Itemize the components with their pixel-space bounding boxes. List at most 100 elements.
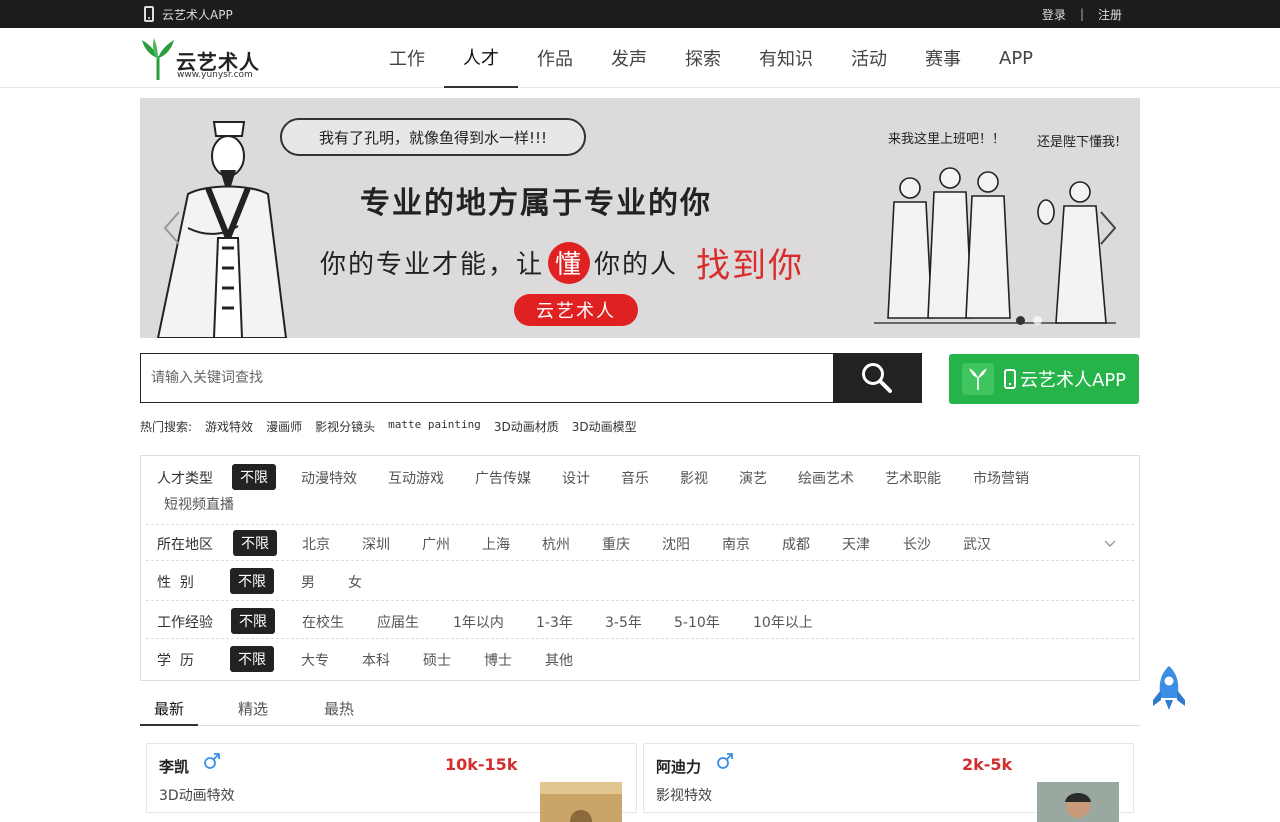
filter-option[interactable]: 不限 (233, 530, 277, 556)
filter-option[interactable]: 广告传媒 (475, 468, 531, 488)
filter-option[interactable]: 武汉 (963, 534, 991, 554)
filter-option[interactable]: 男 (301, 572, 315, 592)
filter-option[interactable]: 女 (348, 572, 362, 592)
filter-option[interactable]: 短视频直播 (164, 494, 234, 514)
filter-label: 工作经验 (157, 615, 213, 631)
search-bar (140, 353, 922, 403)
filter-option[interactable]: 其他 (545, 650, 573, 670)
hot-search-item[interactable]: 游戏特效 (205, 418, 253, 435)
filter-panel: 人才类型 不限 动漫特效 互动游戏 广告传媒 设计 音乐 影视 演艺 绘画艺术 … (140, 455, 1140, 681)
banner-next-arrow[interactable] (1098, 210, 1118, 246)
filter-option[interactable]: 天津 (842, 534, 870, 554)
hot-search-item[interactable]: matte painting (388, 418, 481, 435)
banner-caption-left: 来我这里上班吧！！ (888, 132, 1006, 147)
tab-latest[interactable]: 最新 (140, 698, 199, 726)
filter-option[interactable]: 硕士 (423, 650, 451, 670)
filter-option[interactable]: 10年以上 (753, 612, 813, 632)
filter-option[interactable]: 长沙 (903, 534, 931, 554)
filter-option[interactable]: 不限 (231, 608, 275, 634)
filter-row-gender: 性 别 不限 男 女 (146, 561, 1134, 601)
hot-search-item[interactable]: 3D动画模型 (572, 418, 637, 435)
filter-option[interactable]: 不限 (232, 464, 276, 490)
filter-option[interactable]: 绘画艺术 (798, 468, 854, 488)
hot-searches: 热门搜索: 游戏特效 漫画师 影视分镜头 matte painting 3D动画… (140, 418, 637, 435)
chevron-down-icon[interactable] (1104, 537, 1116, 549)
login-link[interactable]: 登录 (1042, 6, 1066, 23)
filter-option[interactable]: 沈阳 (662, 534, 690, 554)
filter-option[interactable]: 3-5年 (605, 612, 642, 632)
filter-option[interactable]: 大专 (301, 650, 329, 670)
nav-item-events[interactable]: 活动 (832, 28, 906, 88)
filter-option[interactable]: 北京 (302, 534, 330, 554)
hot-search-label: 热门搜索: (140, 420, 193, 434)
filter-option[interactable]: 南京 (722, 534, 750, 554)
nav-item-voice[interactable]: 发声 (592, 28, 666, 88)
hot-search-item[interactable]: 漫画师 (266, 418, 302, 435)
talent-card[interactable]: 李凯 10k-15k 3D动画特效 (146, 743, 637, 822)
filter-option[interactable]: 1-3年 (536, 612, 573, 632)
top-bar: 云艺术人APP 登录 | 注册 (0, 0, 1280, 28)
register-link[interactable]: 注册 (1098, 6, 1122, 23)
tab-hottest[interactable]: 最热 (324, 698, 354, 726)
filter-option[interactable]: 上海 (482, 534, 510, 554)
talent-role: 3D动画特效 (159, 788, 235, 804)
logo-url: www.yunysr.com (177, 70, 253, 80)
filter-option[interactable]: 本科 (362, 650, 390, 670)
avatar (1037, 782, 1119, 822)
hero-banner[interactable]: 我有了孔明，就像鱼得到水一样!!! 专业的地方属于专业的你 你的专业才能，让 懂… (140, 98, 1140, 338)
filter-option[interactable]: 动漫特效 (301, 468, 357, 488)
nav-item-app[interactable]: APP (980, 28, 1052, 88)
site-header: 云艺术人 www.yunysr.com 工作 人才 作品 发声 探索 有知识 活… (0, 28, 1280, 88)
search-button[interactable] (833, 354, 921, 402)
banner-caption-right: 还是陛下懂我! (1037, 135, 1121, 150)
filter-label: 性 别 (157, 575, 194, 591)
app-download-button[interactable]: 云艺术人APP (949, 354, 1139, 404)
nav-item-work[interactable]: 工作 (370, 28, 444, 88)
talent-role: 影视特效 (656, 788, 712, 804)
hot-search-item[interactable]: 影视分镜头 (315, 418, 375, 435)
filter-option[interactable]: 互动游戏 (388, 468, 444, 488)
search-input[interactable] (141, 354, 833, 402)
filter-option[interactable]: 深圳 (362, 534, 390, 554)
banner-brand-pill: 云艺术人 (514, 294, 638, 326)
filter-option[interactable]: 音乐 (621, 468, 649, 488)
filter-option[interactable]: 成都 (782, 534, 810, 554)
filter-option[interactable]: 不限 (230, 568, 274, 594)
nav-item-talent[interactable]: 人才 (444, 28, 518, 88)
auth-separator: | (1079, 7, 1084, 21)
talent-salary: 10k-15k (445, 755, 518, 774)
banner-dot[interactable] (1033, 316, 1042, 325)
filter-label: 学 历 (157, 653, 194, 669)
app-download-link[interactable]: 云艺术人APP (144, 0, 233, 28)
filter-option[interactable]: 在校生 (302, 612, 344, 632)
filter-option[interactable]: 市场营销 (973, 468, 1029, 488)
talent-card[interactable]: 阿迪力 2k-5k 影视特效 (643, 743, 1134, 822)
filter-option[interactable]: 5-10年 (674, 612, 720, 632)
banner-subline: 你的专业才能，让 懂 你的人 找到你 (320, 238, 804, 287)
filter-option[interactable]: 博士 (484, 650, 512, 670)
filter-option[interactable]: 重庆 (602, 534, 630, 554)
filter-option[interactable]: 广州 (422, 534, 450, 554)
sort-tabs: 最新 精选 最热 (140, 698, 1140, 726)
filter-option[interactable]: 影视 (680, 468, 708, 488)
filter-option[interactable]: 设计 (562, 468, 590, 488)
back-to-top-rocket-icon[interactable] (1150, 664, 1188, 712)
filter-option[interactable]: 杭州 (542, 534, 570, 554)
nav-item-knowledge[interactable]: 有知识 (740, 28, 832, 88)
filter-row-experience: 工作经验 不限 在校生 应届生 1年以内 1-3年 3-5年 5-10年 10年… (146, 601, 1134, 639)
filter-option[interactable]: 演艺 (739, 468, 767, 488)
nav-item-works[interactable]: 作品 (518, 28, 592, 88)
filter-option[interactable]: 应届生 (377, 612, 419, 632)
hot-search-item[interactable]: 3D动画材质 (494, 418, 559, 435)
filter-option[interactable]: 1年以内 (453, 612, 504, 632)
tab-featured[interactable]: 精选 (238, 698, 268, 726)
banner-dot[interactable] (1016, 316, 1025, 325)
filter-option[interactable]: 艺术职能 (885, 468, 941, 488)
filter-label: 人才类型 (157, 471, 213, 487)
site-logo[interactable]: 云艺术人 www.yunysr.com (140, 38, 260, 82)
courtiers-illustration (874, 167, 1116, 324)
banner-prev-arrow[interactable] (162, 210, 182, 246)
filter-option[interactable]: 不限 (230, 646, 274, 672)
nav-item-explore[interactable]: 探索 (666, 28, 740, 88)
nav-item-contests[interactable]: 赛事 (906, 28, 980, 88)
